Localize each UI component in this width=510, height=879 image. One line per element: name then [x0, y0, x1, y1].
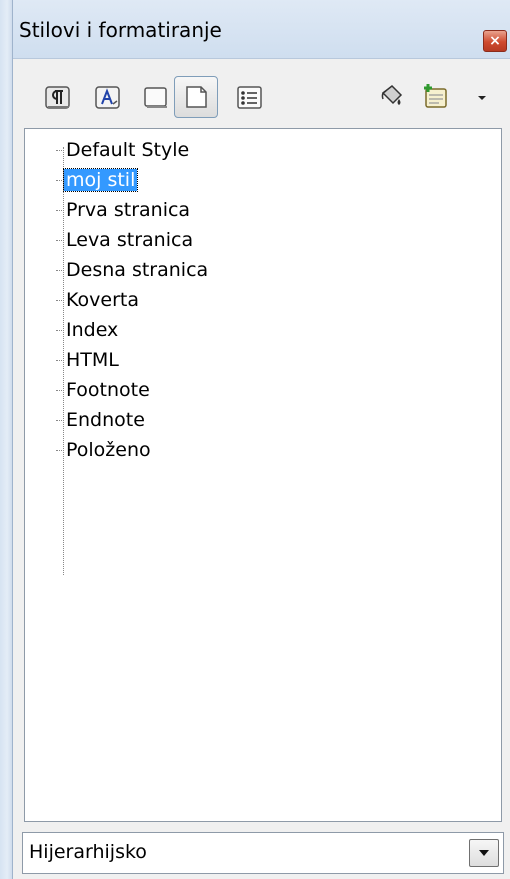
page-styles-button[interactable]: [174, 76, 218, 118]
tree-branch-line: [56, 180, 64, 182]
character-styles-button[interactable]: [92, 82, 124, 114]
tree-item-label: HTML: [66, 349, 119, 371]
tree-branch-line: [56, 390, 64, 392]
tree-item[interactable]: Položeno: [56, 435, 153, 465]
tree-item-label: moj stil: [62, 168, 139, 192]
new-style-button[interactable]: [420, 80, 452, 112]
close-button[interactable]: ×: [483, 30, 507, 52]
tree-item[interactable]: HTML: [56, 345, 121, 375]
style-filter-select[interactable]: Hijerarhijsko: [22, 832, 504, 874]
fill-format-mode-button[interactable]: [376, 80, 408, 112]
tree-item-label: Index: [66, 319, 119, 341]
tree-item[interactable]: Footnote: [56, 375, 152, 405]
paragraph-styles-icon: [45, 86, 70, 109]
character-styles-icon: [95, 86, 120, 109]
styles-tree[interactable]: Default Style moj stil Prva stranica Lev…: [24, 128, 502, 822]
new-style-dropdown-button[interactable]: [472, 82, 492, 114]
tree-item[interactable]: Default Style: [56, 135, 191, 165]
frame-styles-button[interactable]: [140, 82, 172, 114]
new-style-icon: [424, 84, 447, 108]
tree-item-selected[interactable]: moj stil: [56, 165, 139, 195]
tree-branch-line: [56, 270, 64, 272]
tree-item[interactable]: Leva stranica: [56, 225, 195, 255]
tree-item-label: Leva stranica: [66, 229, 194, 251]
tree-item-label: Endnote: [66, 409, 145, 431]
tree-branch-line: [56, 210, 64, 212]
page-styles-icon: [186, 86, 207, 108]
tree-branch-line: [56, 240, 64, 242]
close-icon: ×: [489, 33, 501, 49]
tree-item[interactable]: Prva stranica: [56, 195, 192, 225]
list-styles-button[interactable]: [234, 82, 266, 114]
tree-branch-line: [56, 360, 64, 362]
tree-item-label: Default Style: [66, 139, 190, 161]
tree-item[interactable]: Index: [56, 315, 120, 345]
paragraph-styles-button[interactable]: [42, 82, 74, 114]
list-styles-icon: [237, 86, 262, 109]
background-window-edge: [0, 0, 12, 879]
paint-bucket-icon: [381, 85, 403, 105]
chevron-down-icon: [479, 850, 489, 856]
tree-branch-line: [56, 330, 64, 332]
tree-branch-line: [56, 420, 64, 422]
style-filter-value: Hijerarhijsko: [29, 841, 147, 863]
tree-item-label: Prva stranica: [66, 199, 191, 221]
tree-item-label: Footnote: [66, 379, 150, 401]
tree-item[interactable]: Koverta: [56, 285, 141, 315]
tree-item[interactable]: Desna stranica: [56, 255, 210, 285]
tree-branch-line: [56, 150, 64, 152]
tree-item-label: Desna stranica: [66, 259, 209, 281]
panel-titlebar[interactable]: Stilovi i formatiranje ×: [13, 0, 510, 59]
style-filter-dropdown-button[interactable]: [469, 839, 499, 867]
chevron-down-icon: [478, 96, 486, 100]
frame-styles-icon: [144, 87, 167, 108]
tree-branch-line: [56, 300, 64, 302]
tree-item-label: Koverta: [66, 289, 139, 311]
tree-branch-line: [56, 450, 64, 452]
panel-title: Stilovi i formatiranje: [19, 18, 222, 42]
tree-item-label: Položeno: [66, 439, 151, 461]
tree-item[interactable]: Endnote: [56, 405, 147, 435]
